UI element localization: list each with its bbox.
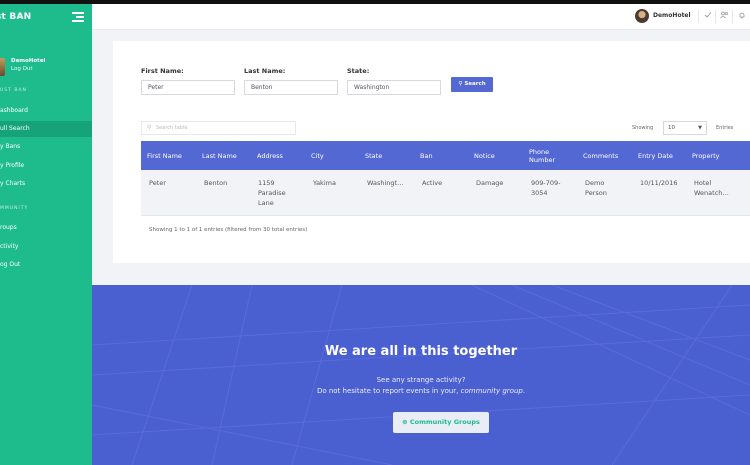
check-icon[interactable]: [703, 11, 713, 21]
column-header[interactable]: First Name: [147, 141, 182, 170]
sidebar-user-name: DemoHotel: [11, 58, 46, 64]
sidebar-item-logout[interactable]: og Out: [0, 257, 92, 273]
table-search-placeholder: Search table: [156, 125, 188, 131]
sidebar-section-label: UST BAN: [0, 88, 27, 93]
page-size-select[interactable]: 10 ▼: [663, 121, 707, 135]
sidebar-item-full-search[interactable]: ull Search: [0, 121, 92, 137]
entries-label: Entries: [716, 125, 734, 131]
users-icon[interactable]: [719, 11, 729, 21]
sidebar-item-activity[interactable]: ctivity: [0, 239, 92, 255]
banner-background-pattern: [92, 285, 750, 465]
search-icon: ⚲: [147, 124, 152, 131]
last-name-input[interactable]: Benton: [244, 80, 338, 95]
sidebar-logout-link[interactable]: Log Out: [11, 66, 33, 72]
sidebar-item-my-profile[interactable]: y Profile: [0, 158, 92, 174]
divider: [715, 10, 716, 23]
table-row[interactable]: Peter Benton 1159 Paradise Lane Yakima W…: [141, 170, 750, 216]
banner-subtitle: See any strange activity?: [376, 376, 466, 384]
first-name-label: First Name:: [141, 67, 184, 75]
community-banner: We are all in this together See any stra…: [92, 285, 750, 465]
sidebar: st BAN DemoHotel Log Out UST BAN ashboar…: [0, 4, 92, 465]
divider: [732, 10, 733, 23]
community-groups-button[interactable]: ⊛ Community Groups: [393, 412, 489, 433]
menu-toggle-icon[interactable]: [72, 12, 84, 22]
table-header: First Name Last Name Address City State …: [141, 141, 750, 170]
table-search-input[interactable]: ⚲ Search table: [141, 121, 296, 135]
state-input[interactable]: Washington: [347, 80, 441, 95]
last-name-label: Last Name:: [244, 67, 286, 75]
column-header[interactable]: Comments: [583, 141, 618, 170]
cell-city: Yakima: [313, 179, 336, 187]
search-button-label: Search: [464, 81, 486, 87]
table-info: Showing 1 to 1 of 1 entries (filtered fr…: [149, 227, 308, 233]
column-header[interactable]: Last Name: [202, 141, 237, 170]
column-header[interactable]: Phone Number: [529, 141, 565, 170]
cell-state: Washingt…: [367, 179, 404, 187]
top-header: DemoHotel: [92, 4, 750, 30]
column-header[interactable]: City: [311, 141, 324, 170]
banner-title: We are all in this together: [324, 344, 518, 359]
column-header[interactable]: Address: [257, 141, 283, 170]
page-size-value: 10: [668, 125, 675, 131]
cell-address: 1159 Paradise Lane: [258, 179, 286, 207]
search-button[interactable]: ⚲ Search: [451, 77, 493, 92]
cell-entry-date: 10/11/2016: [640, 179, 678, 187]
column-header[interactable]: Notice: [474, 141, 495, 170]
bell-icon[interactable]: [737, 11, 747, 21]
cell-comments: Demo Person: [585, 179, 607, 197]
search-card: First Name: Peter Last Name: Benton Stat…: [113, 41, 750, 263]
community-icon: ⊛: [402, 418, 408, 426]
first-name-input[interactable]: Peter: [141, 80, 235, 95]
banner-text-prefix: Do not hesitate to report events in your…: [316, 387, 461, 395]
banner-text: Do not hesitate to report events in your…: [92, 387, 750, 395]
avatar: [0, 58, 5, 76]
chevron-down-icon: ▼: [698, 125, 702, 131]
banner-text-suffix: .: [522, 387, 526, 395]
sidebar-section-label: MMUNITY: [0, 206, 29, 211]
divider: [698, 10, 699, 23]
avatar[interactable]: [635, 9, 649, 23]
cell-phone: 909-709-3054: [531, 179, 561, 197]
cell-ban: Active: [422, 179, 443, 187]
column-header[interactable]: State: [365, 141, 382, 170]
column-header[interactable]: Property: [692, 141, 720, 170]
community-groups-label: Community Groups: [409, 418, 480, 426]
sidebar-item-dashboard[interactable]: ashboard: [0, 103, 92, 119]
column-header[interactable]: Ban: [420, 141, 433, 170]
brand-logo: st BAN: [0, 12, 32, 22]
header-user-name[interactable]: DemoHotel: [653, 12, 691, 19]
cell-last-name: Benton: [204, 179, 228, 187]
showing-label: Showing: [632, 125, 654, 131]
sidebar-item-my-bans[interactable]: y Bans: [0, 139, 92, 155]
cell-first-name: Peter: [149, 179, 166, 187]
cell-property: Hotel Wenatch…: [694, 179, 729, 197]
banner-text-emphasis: community group: [460, 387, 523, 395]
sidebar-item-groups[interactable]: roups: [0, 220, 92, 236]
column-header[interactable]: Entry Date: [638, 141, 673, 170]
cell-notice: Damage: [476, 179, 504, 187]
state-label: State:: [347, 67, 370, 75]
sidebar-item-my-charts[interactable]: y Charts: [0, 176, 92, 192]
search-icon: ⚲: [458, 81, 463, 87]
